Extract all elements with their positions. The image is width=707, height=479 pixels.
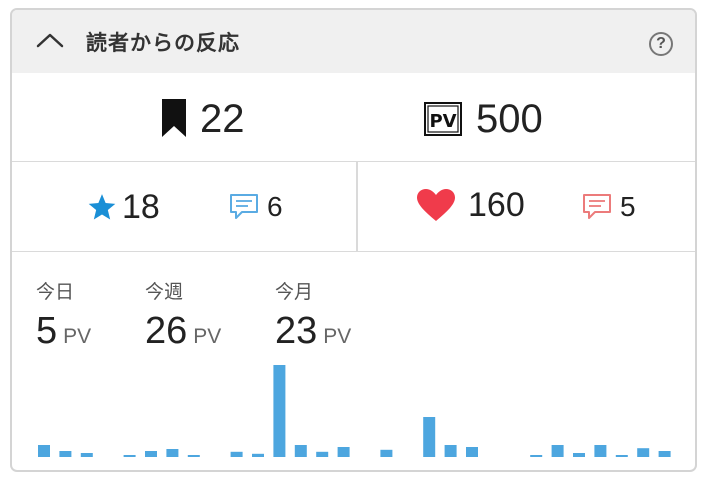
comment-count-red-value: 5	[620, 191, 636, 222]
summary-label: 今週	[145, 281, 184, 303]
summary-value: 26 PV	[145, 310, 221, 353]
chevron-up-icon	[36, 33, 64, 48]
summary-unit: PV	[63, 325, 92, 348]
chart-bar[interactable]	[316, 451, 329, 457]
chart-bar[interactable]	[615, 455, 628, 457]
summary-value: 23 PV	[275, 310, 351, 353]
daily-pv-chart-svg	[38, 365, 671, 457]
summary-week: 今週 26 PV	[145, 277, 221, 353]
pv-summary-section: 今日 5 PV 今週 26 PV 今月 23 PV	[12, 251, 695, 470]
summary-unit: PV	[323, 325, 352, 348]
chart-bar[interactable]	[59, 451, 72, 457]
chart-bar[interactable]	[187, 455, 200, 457]
chart-bar[interactable]	[444, 445, 457, 457]
bookmark-count-value: 22	[200, 97, 245, 141]
card-header: 読者からの反応 ?	[12, 10, 695, 73]
star-count-value: 18	[122, 188, 160, 226]
summary-label: 今日	[36, 281, 75, 303]
comment-count-red[interactable]: 5	[582, 191, 636, 223]
summary-number: 5	[36, 310, 58, 352]
chart-bar[interactable]	[166, 449, 179, 457]
pv-count[interactable]: PV 500	[424, 99, 543, 139]
collapse-button[interactable]	[34, 25, 66, 57]
totals-row: 22 PV 500	[12, 73, 695, 162]
help-icon[interactable]: ?	[649, 32, 673, 56]
summary-today: 今日 5 PV	[36, 277, 91, 353]
summary-number: 23	[275, 310, 318, 352]
card-title: 読者からの反応	[86, 31, 240, 55]
chart-bar[interactable]	[637, 448, 650, 457]
pv-icon: PV	[424, 102, 462, 136]
comment-count-blue-value: 6	[267, 191, 283, 222]
bookmark-icon	[162, 99, 186, 137]
reactions-row: 18 6 160 5	[12, 161, 695, 251]
heart-icon	[417, 189, 455, 221]
star-icon	[88, 194, 116, 220]
chart-bar[interactable]	[145, 451, 157, 457]
bookmark-count[interactable]: 22	[162, 99, 245, 139]
chart-bar[interactable]	[658, 451, 671, 457]
column-divider	[356, 162, 358, 251]
chart-bar[interactable]	[466, 447, 478, 457]
chart-bar[interactable]	[273, 365, 286, 457]
chart-bar[interactable]	[337, 447, 350, 457]
summary-number: 26	[145, 310, 188, 352]
chart-bar[interactable]	[594, 445, 607, 457]
star-count[interactable]: 18	[88, 189, 160, 225]
chart-bar[interactable]	[551, 445, 564, 457]
chart-bar[interactable]	[123, 455, 136, 457]
chart-bar[interactable]	[38, 445, 50, 457]
summary-value: 5 PV	[36, 310, 91, 353]
svg-text:PV: PV	[429, 111, 456, 132]
like-count-value: 160	[468, 186, 525, 224]
chart-bar[interactable]	[423, 417, 436, 457]
comment-icon	[583, 194, 611, 219]
pv-count-value: 500	[476, 97, 543, 141]
chart-bar[interactable]	[230, 451, 243, 457]
summary-unit: PV	[193, 325, 222, 348]
like-count[interactable]: 160	[416, 187, 525, 223]
chart-bar[interactable]	[252, 453, 264, 457]
chart-bar[interactable]	[530, 455, 543, 457]
chart-bar[interactable]	[380, 449, 393, 457]
comment-icon	[230, 194, 258, 219]
chart-bar[interactable]	[573, 453, 585, 457]
chart-bar[interactable]	[294, 445, 307, 457]
reader-reactions-card: 読者からの反応 ? 22 PV 500 18 6 160 5 今日 5 PV 今…	[10, 8, 697, 472]
chart-bar[interactable]	[80, 453, 93, 457]
comment-count-blue[interactable]: 6	[229, 191, 283, 223]
summary-label: 今月	[275, 281, 314, 303]
summary-month: 今月 23 PV	[275, 277, 351, 353]
daily-pv-chart	[26, 352, 686, 457]
